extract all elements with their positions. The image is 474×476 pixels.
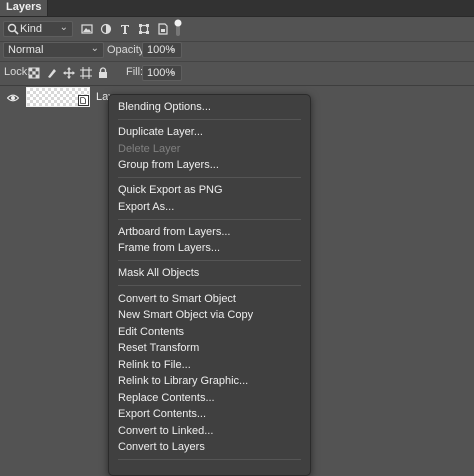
menu-item-mask-all-objects[interactable]: Mask All Objects	[118, 266, 199, 280]
menu-item-group-from-layers[interactable]: Group from Layers...	[118, 158, 219, 172]
menu-item-reset-transform[interactable]: Reset Transform	[118, 341, 199, 355]
smart-object-filter-icon[interactable]	[156, 22, 170, 36]
menu-separator	[118, 119, 301, 120]
menu-item-delete-layer: Delete Layer	[118, 143, 181, 155]
menu-separator	[118, 177, 301, 178]
lock-image-pixels-icon[interactable]	[45, 66, 59, 80]
menu-item-quick-export-png[interactable]: Quick Export as PNG	[118, 183, 223, 197]
artboard-autonest-icon[interactable]	[79, 66, 93, 80]
panel-tabbar: Layers	[0, 0, 474, 17]
chevron-down-icon: ⌄	[90, 43, 99, 54]
fill-label: Fill:	[126, 66, 144, 78]
menu-item-replace-contents[interactable]: Replace Contents...	[118, 391, 215, 405]
menu-separator	[118, 285, 301, 286]
shape-layer-filter-icon[interactable]	[137, 22, 151, 36]
menu-item-export-contents[interactable]: Export Contents...	[118, 407, 206, 421]
filter-kind-label: Kind	[20, 23, 43, 35]
lock-row: Lock: Fill: 100% ⌄	[0, 61, 474, 86]
menu-separator	[118, 219, 301, 220]
blend-row: Normal ⌄ Opacity: 100% ⌄	[0, 41, 474, 62]
type-layer-filter-icon[interactable]	[118, 22, 132, 36]
fill-input[interactable]: 100% ⌄	[142, 65, 182, 81]
menu-item-frame-from-layers[interactable]: Frame from Layers...	[118, 241, 220, 255]
menu-separator	[118, 459, 301, 460]
layer-context-menu: Blending Options... Duplicate Layer... D…	[108, 94, 311, 476]
adjustment-layer-filter-icon[interactable]	[99, 22, 113, 36]
lock-position-icon[interactable]	[62, 66, 76, 80]
blend-mode-select[interactable]: Normal ⌄	[3, 42, 104, 58]
search-icon	[6, 22, 20, 36]
menu-item-duplicate-layer[interactable]: Duplicate Layer...	[118, 125, 203, 139]
blend-mode-value: Normal	[8, 44, 44, 56]
menu-item-convert-to-layers[interactable]: Convert to Layers	[118, 440, 205, 454]
chevron-down-icon: ⌄	[168, 43, 177, 54]
smart-object-badge-icon	[78, 95, 89, 106]
chevron-down-icon: ⌄	[168, 66, 177, 77]
lock-all-icon[interactable]	[96, 66, 110, 80]
menu-item-convert-to-smart-object[interactable]: Convert to Smart Object	[118, 292, 236, 306]
opacity-input[interactable]: 100% ⌄	[142, 42, 182, 58]
tab-layers[interactable]: Layers	[0, 0, 49, 16]
menu-item-new-smart-object-via-copy[interactable]: New Smart Object via Copy	[118, 308, 253, 322]
menu-item-convert-to-linked[interactable]: Convert to Linked...	[118, 424, 213, 438]
menu-item-artboard-from-layers[interactable]: Artboard from Layers...	[118, 225, 231, 239]
visibility-eye-icon[interactable]	[6, 91, 20, 105]
menu-item-edit-contents[interactable]: Edit Contents	[118, 325, 184, 339]
menu-item-blending-options[interactable]: Blending Options...	[118, 100, 211, 114]
filter-row: Kind ⌄	[0, 17, 474, 42]
pixel-layer-filter-icon[interactable]	[80, 22, 94, 36]
filter-toggle-icon[interactable]	[173, 18, 183, 38]
menu-item-relink-to-file[interactable]: Relink to File...	[118, 358, 191, 372]
filter-kind-select[interactable]: Kind ⌄	[3, 21, 73, 37]
menu-item-relink-to-library-graphic[interactable]: Relink to Library Graphic...	[118, 374, 248, 388]
menu-item-export-as[interactable]: Export As...	[118, 200, 174, 214]
lock-transparent-pixels-icon[interactable]	[27, 66, 41, 80]
menu-separator	[118, 260, 301, 261]
chevron-down-icon: ⌄	[59, 22, 68, 33]
